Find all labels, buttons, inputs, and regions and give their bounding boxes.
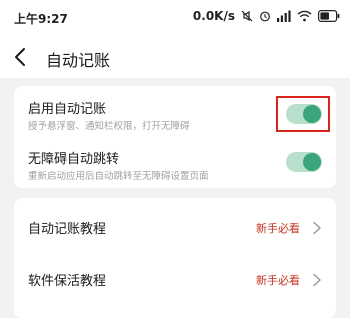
header-bar: 自动记账 [0, 36, 350, 78]
tutorial-row-keep-alive[interactable]: 软件保活教程 新手必看 [14, 254, 336, 304]
chevron-right-icon [312, 272, 322, 287]
highlight-annotation [276, 96, 330, 132]
setting-description: 授予悬浮窗、通知栏权限，打开无障碍 [28, 121, 190, 132]
wifi-icon [297, 10, 312, 22]
toggle-knob [303, 153, 321, 171]
setting-title: 无障碍自动跳转 [28, 152, 120, 167]
network-speed: 0.0K/s [192, 9, 235, 23]
mute-icon [241, 10, 253, 22]
accessibility-jump-toggle[interactable] [286, 152, 322, 172]
chevron-right-icon [312, 220, 322, 235]
setting-row-accessibility-jump[interactable]: 无障碍自动跳转 重新启动应用后自动跳转至无障碍设置页面 [14, 138, 336, 188]
status-time: 上午9:27 [14, 12, 68, 26]
tutorial-row-auto-record[interactable]: 自动记账教程 新手必看 [14, 202, 336, 252]
page-title: 自动记账 [46, 51, 111, 70]
setting-description: 重新启动应用后自动跳转至无障碍设置页面 [28, 171, 209, 182]
alarm-icon [259, 10, 271, 22]
tutorials-card: 自动记账教程 新手必看 软件保活教程 新手必看 [14, 198, 336, 318]
status-icons: 0.0K/s [193, 9, 340, 23]
signal-icon [277, 10, 291, 22]
beginner-badge: 新手必看 [256, 222, 300, 235]
status-bar: 上午9:27 0.0K/s [0, 0, 350, 36]
beginner-badge: 新手必看 [256, 274, 300, 287]
setting-title: 启用自动记账 [28, 102, 107, 117]
tutorial-title: 自动记账教程 [28, 222, 107, 237]
back-icon[interactable] [12, 46, 30, 68]
tutorial-title: 软件保活教程 [28, 274, 107, 289]
battery-icon [318, 10, 340, 22]
